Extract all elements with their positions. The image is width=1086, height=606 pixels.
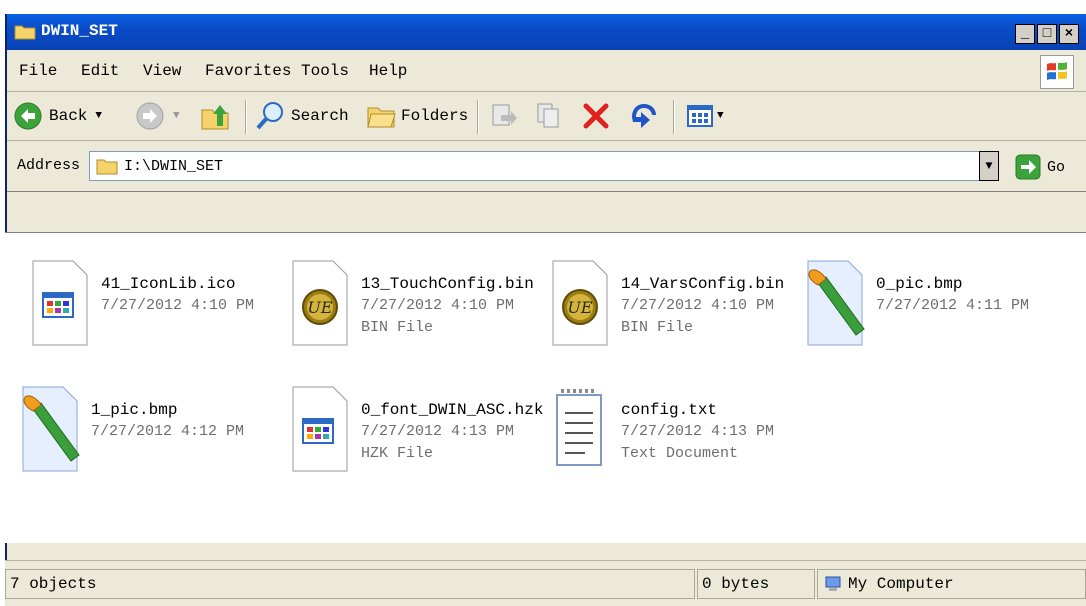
file-item[interactable]: 41_IconLib.ico 7/27/2012 4:10 PM — [25, 257, 285, 357]
toolbar-separator — [477, 100, 479, 134]
go-button[interactable]: Go — [1015, 153, 1075, 181]
address-dropdown-button[interactable]: ▼ — [979, 151, 999, 181]
folder-icon — [96, 159, 118, 175]
address-label: Address — [17, 157, 81, 174]
menu-help[interactable]: Help — [369, 62, 407, 80]
file-list-view[interactable]: 41_IconLib.ico 7/27/2012 4:10 PM UE 13_T… — [5, 232, 1086, 543]
file-name: config.txt — [621, 401, 718, 419]
forward-button[interactable]: ▼ — [135, 92, 180, 140]
menu-edit[interactable]: Edit — [81, 62, 119, 80]
ultraedit-file-icon: UE — [552, 260, 608, 346]
views-icon — [687, 105, 713, 127]
file-item[interactable]: 0_font_DWIN_ASC.hzk 7/27/2012 4:13 PM HZ… — [285, 383, 545, 483]
file-type: Text Document — [621, 445, 739, 462]
go-label: Go — [1047, 158, 1066, 176]
file-item[interactable]: 0_pic.bmp 7/27/2012 4:11 PM — [800, 257, 1060, 357]
file-item[interactable]: config.txt 7/27/2012 4:13 PM Text Docume… — [545, 383, 805, 483]
copy-to-icon — [537, 103, 559, 128]
file-date: 7/27/2012 4:10 PM — [361, 297, 515, 314]
file-item[interactable]: 1_pic.bmp 7/27/2012 4:12 PM — [15, 383, 275, 483]
file-name: 0_pic.bmp — [876, 275, 963, 293]
standard-toolbar: Back ▼ ▼ Search Folders ▼ — [7, 92, 1086, 141]
delete-button[interactable] — [581, 92, 611, 140]
file-type: BIN File — [621, 319, 694, 336]
svg-text:UE: UE — [307, 298, 332, 317]
file-type: HZK File — [361, 445, 434, 462]
folder-icon — [14, 25, 36, 40]
svg-text:UE: UE — [567, 298, 592, 317]
chevron-down-icon[interactable]: ▼ — [95, 110, 102, 122]
title-bar[interactable]: DWIN_SET _ □ × — [7, 14, 1086, 50]
undo-icon — [632, 104, 656, 128]
menu-file[interactable]: File — [19, 62, 57, 80]
file-name: 14_VarsConfig.bin — [621, 275, 785, 293]
my-computer-icon — [825, 576, 841, 591]
ultraedit-file-icon: UE — [292, 260, 348, 346]
copy-to-button[interactable] — [535, 92, 565, 140]
file-name: 0_font_DWIN_ASC.hzk — [361, 401, 544, 419]
address-input[interactable]: I:\DWIN_SET ▼ — [89, 151, 999, 181]
undo-button[interactable] — [627, 92, 659, 140]
file-type: BIN File — [361, 319, 434, 336]
chevron-down-icon[interactable]: ▼ — [173, 110, 180, 122]
search-label: Search — [291, 107, 349, 125]
menu-view[interactable]: View — [143, 62, 181, 80]
file-name: 1_pic.bmp — [91, 401, 178, 419]
back-label: Back — [49, 107, 88, 125]
file-date: 7/27/2012 4:10 PM — [621, 297, 775, 314]
move-to-icon — [492, 104, 517, 126]
window-title: DWIN_SET — [41, 22, 118, 40]
folders-icon — [367, 107, 396, 128]
close-button[interactable]: × — [1059, 24, 1079, 44]
ico-file-icon — [32, 260, 88, 346]
menu-tools[interactable]: Tools — [301, 62, 349, 80]
menu-bar: File Edit View Favorites Tools Help — [7, 50, 1086, 92]
views-button[interactable]: ▼ — [685, 92, 724, 140]
paint-file-icon — [807, 260, 865, 346]
status-object-count: 7 objects — [5, 569, 695, 599]
back-button[interactable]: Back ▼ — [13, 92, 102, 140]
go-arrow-icon — [1015, 154, 1041, 180]
file-date: 7/27/2012 4:11 PM — [876, 297, 1030, 314]
file-item[interactable]: UE 13_TouchConfig.bin 7/27/2012 4:10 PM … — [285, 257, 545, 357]
status-size: 0 bytes — [697, 569, 815, 599]
back-arrow-icon — [14, 102, 42, 130]
forward-arrow-icon — [136, 102, 164, 130]
toolbar-separator — [673, 100, 675, 134]
search-icon — [256, 102, 283, 130]
paint-file-icon — [22, 386, 80, 472]
file-name: 13_TouchConfig.bin — [361, 275, 534, 293]
address-bar: Address I:\DWIN_SET ▼ Go — [7, 141, 1086, 192]
folders-button[interactable]: Folders — [365, 92, 468, 140]
file-date: 7/27/2012 4:12 PM — [91, 423, 245, 440]
up-folder-button[interactable] — [199, 92, 231, 140]
text-file-icon — [556, 389, 602, 466]
file-item[interactable]: UE 14_VarsConfig.bin 7/27/2012 4:10 PM B… — [545, 257, 805, 357]
delete-icon — [583, 103, 609, 129]
folders-label: Folders — [401, 107, 469, 125]
hzk-file-icon — [292, 386, 348, 472]
move-to-button[interactable] — [489, 92, 519, 140]
file-date: 7/27/2012 4:13 PM — [621, 423, 775, 440]
status-bar: 7 objects 0 bytes My Computer — [5, 560, 1086, 606]
chevron-down-icon[interactable]: ▼ — [717, 110, 724, 122]
address-value: I:\DWIN_SET — [124, 158, 224, 175]
windows-logo-icon — [1040, 55, 1074, 89]
toolbar-separator — [245, 100, 247, 134]
status-zone: My Computer — [817, 569, 1086, 599]
file-date: 7/27/2012 4:13 PM — [361, 423, 515, 440]
search-button[interactable]: Search — [255, 92, 349, 140]
file-date: 7/27/2012 4:10 PM — [101, 297, 255, 314]
minimize-button[interactable]: _ — [1015, 24, 1035, 44]
up-folder-icon — [201, 105, 229, 130]
status-zone-label: My Computer — [848, 575, 954, 593]
maximize-button[interactable]: □ — [1037, 24, 1057, 44]
file-name: 41_IconLib.ico — [101, 275, 236, 293]
menu-favorites[interactable]: Favorites — [205, 62, 291, 80]
